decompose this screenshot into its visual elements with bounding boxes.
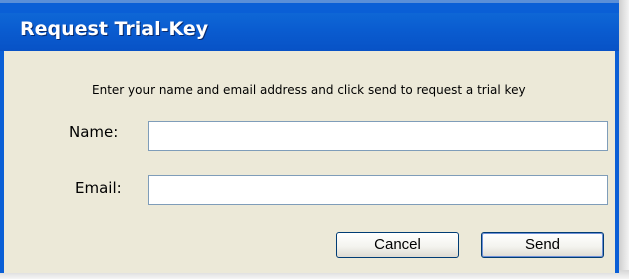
request-trial-key-dialog: Request Trial-Key Enter your name and em… [0,0,619,273]
cancel-button[interactable]: Cancel [336,232,459,258]
email-label: Email: [75,179,122,197]
instruction-text: Enter your name and email address and cl… [92,83,526,97]
send-button[interactable]: Send [481,232,604,258]
dialog-body: Enter your name and email address and cl… [0,51,619,273]
window-title: Request Trial-Key [20,18,209,40]
window-shadow-right [619,0,629,279]
name-field[interactable] [148,121,608,151]
name-label: Name: [69,123,119,141]
email-field[interactable] [148,175,608,205]
titlebar[interactable]: Request Trial-Key [0,13,619,51]
